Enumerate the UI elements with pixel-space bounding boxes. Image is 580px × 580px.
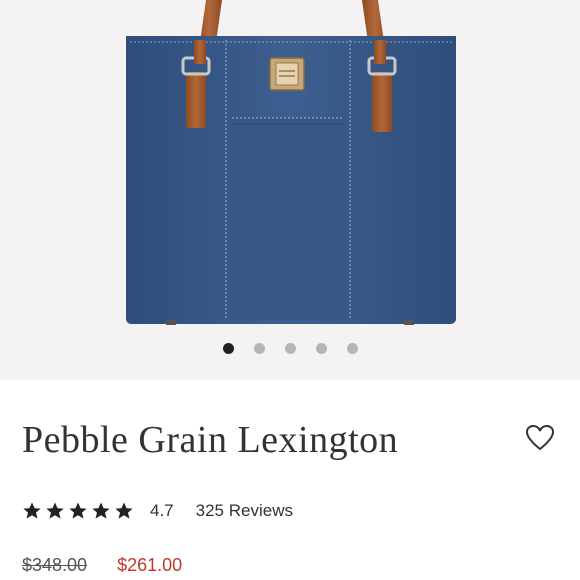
gallery-dot-4[interactable] xyxy=(315,342,327,354)
star-icon xyxy=(115,502,133,519)
product-image xyxy=(126,0,456,325)
star-rating xyxy=(22,501,134,521)
star-icon xyxy=(23,502,41,519)
gallery-dot-2[interactable] xyxy=(253,342,265,354)
price-row: $348.00 $261.00 xyxy=(22,553,182,577)
star-icon xyxy=(69,502,87,519)
star-icon xyxy=(92,502,110,519)
rating-value: 4.7 xyxy=(150,501,174,520)
gallery-pagination xyxy=(0,340,580,356)
product-title: Pebble Grain Lexington xyxy=(22,419,399,461)
gallery-dot-5[interactable] xyxy=(346,342,358,354)
product-image-gallery[interactable] xyxy=(0,0,580,380)
star-icon xyxy=(46,502,64,519)
rating-row: 4.7 325 Reviews xyxy=(22,498,293,524)
gallery-dot-3[interactable] xyxy=(284,342,296,354)
sale-price: $261.00 xyxy=(117,554,183,575)
original-price: $348.00 xyxy=(22,554,88,575)
gallery-dot-1[interactable] xyxy=(222,342,234,354)
heart-outline-icon[interactable] xyxy=(524,422,556,454)
reviews-link[interactable]: 325 Reviews xyxy=(196,501,293,521)
